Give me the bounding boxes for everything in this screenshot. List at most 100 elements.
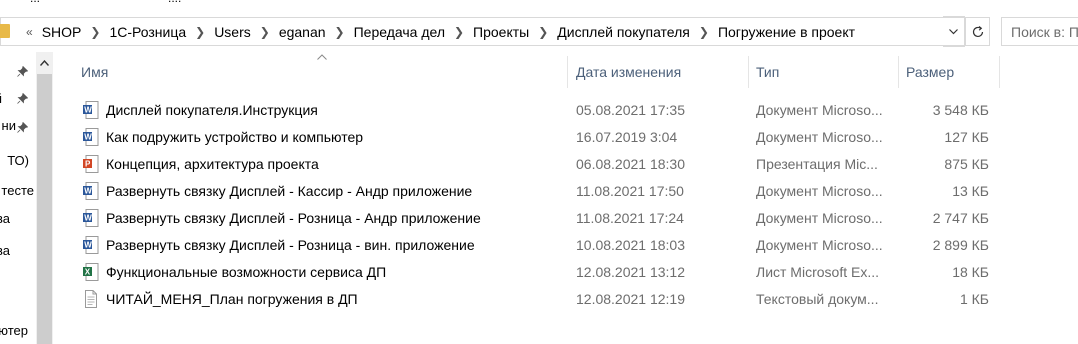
overflow-chevron-icon[interactable]: « bbox=[23, 25, 36, 39]
file-date: 10.08.2021 18:03 bbox=[576, 236, 685, 253]
pin-icon[interactable] bbox=[16, 65, 28, 77]
breadcrumb-item[interactable]: eganan bbox=[273, 24, 332, 40]
file-name: Концепция, архитектура проекта bbox=[106, 155, 319, 172]
nav-item[interactable]: ТО) bbox=[0, 147, 34, 173]
file-name: Функциональные возможности сервиса ДП bbox=[106, 263, 387, 280]
file-date: 11.08.2021 17:24 bbox=[576, 209, 684, 226]
file-type: Текстовый докум... bbox=[756, 290, 879, 307]
file-type: Лист Microsoft Ex... bbox=[756, 263, 879, 280]
svg-text:W: W bbox=[84, 213, 92, 222]
svg-text:P: P bbox=[85, 159, 91, 168]
file-size: 127 КБ bbox=[944, 128, 989, 145]
file-date: 16.07.2019 3:04 bbox=[576, 128, 678, 145]
word-doc-icon: W bbox=[83, 127, 99, 146]
text-file-icon bbox=[83, 289, 99, 308]
file-type: Документ Microso... bbox=[756, 209, 883, 226]
word-doc-icon: W bbox=[83, 235, 99, 254]
file-list: W Дисплей покупателя.Инструкция 05.08.202… bbox=[70, 96, 1078, 312]
file-name: Как подружить устройство и компьютер bbox=[106, 128, 364, 145]
svg-text:X: X bbox=[85, 267, 91, 276]
file-row[interactable]: W Дисплей покупателя.Инструкция 05.08.202… bbox=[70, 96, 1078, 123]
svg-text:W: W bbox=[84, 132, 92, 141]
breadcrumb-item[interactable]: Погружение в проект bbox=[712, 24, 861, 40]
file-row[interactable]: W Развернуть связку Дисплей - Розница - А… bbox=[70, 204, 1078, 231]
nav-item[interactable]: ва bbox=[0, 205, 34, 231]
file-name: Развернуть связку Дисплей - Розница - Ан… bbox=[106, 209, 481, 226]
column-header-name[interactable]: Имя bbox=[81, 56, 561, 88]
nav-item-label: ТО) bbox=[7, 152, 29, 168]
address-bar[interactable]: « SHOP ❯ 1С-Розница ❯ Users ❯ eganan ❯ П… bbox=[0, 17, 966, 46]
file-size: 875 КБ bbox=[944, 155, 989, 172]
navigation-scrollbar[interactable] bbox=[36, 52, 53, 344]
column-header-size[interactable]: Размер bbox=[906, 56, 996, 88]
word-doc-icon: W bbox=[83, 100, 99, 119]
nav-item-label: ни bbox=[1, 117, 16, 133]
breadcrumb-item[interactable]: Передача дел bbox=[348, 24, 451, 40]
file-date: 12.08.2021 13:12 bbox=[576, 263, 685, 280]
file-date: 06.08.2021 18:30 bbox=[576, 155, 685, 172]
nav-item[interactable]: ва bbox=[0, 237, 34, 263]
file-row[interactable]: W Как подружить устройство и компьютер 16… bbox=[70, 123, 1078, 150]
file-size: 18 КБ bbox=[952, 263, 989, 280]
breadcrumb-item[interactable]: Users bbox=[208, 24, 257, 40]
file-row[interactable]: ЧИТАЙ_МЕНЯ_План погружения в ДП 12.08.20… bbox=[70, 285, 1078, 312]
nav-item[interactable]: ютер bbox=[0, 317, 34, 343]
file-size: 3 548 КБ bbox=[932, 101, 989, 118]
search-input[interactable]: Поиск в: П bbox=[1001, 17, 1078, 46]
file-type: Презентация Mic... bbox=[756, 155, 878, 172]
file-row[interactable]: P Концепция, архитектура проекта 06.08.20… bbox=[70, 150, 1078, 177]
file-date: 12.08.2021 12:19 bbox=[576, 290, 685, 307]
column-divider[interactable] bbox=[748, 56, 749, 88]
excel-icon: X bbox=[83, 262, 99, 281]
top-strip-text-right: .... bbox=[168, 0, 181, 5]
file-row[interactable]: W Развернуть связку Дисплей - Розница - в… bbox=[70, 231, 1078, 258]
file-size: 2 747 КБ bbox=[932, 209, 989, 226]
file-type: Документ Microso... bbox=[756, 236, 883, 253]
word-doc-icon: W bbox=[83, 208, 99, 227]
nav-item-label: й bbox=[0, 91, 2, 106]
svg-text:W: W bbox=[84, 240, 92, 249]
refresh-button[interactable] bbox=[966, 17, 990, 46]
file-name: Развернуть связку Дисплей - Розница - ви… bbox=[106, 236, 475, 253]
file-type: Документ Microso... bbox=[756, 128, 883, 145]
pin-icon[interactable] bbox=[16, 92, 28, 104]
chevron-right-icon[interactable]: ❯ bbox=[451, 25, 467, 39]
chevron-right-icon[interactable]: ❯ bbox=[535, 25, 551, 39]
breadcrumb-item[interactable]: Проекты bbox=[467, 24, 535, 40]
breadcrumb-item[interactable]: Дисплей покупателя bbox=[551, 24, 696, 40]
file-type: Документ Microso... bbox=[756, 101, 883, 118]
nav-item-label: ва bbox=[0, 242, 10, 258]
chevron-right-icon[interactable]: ❯ bbox=[332, 25, 348, 39]
file-size: 2 899 КБ bbox=[932, 236, 989, 253]
file-date: 11.08.2021 17:50 bbox=[576, 182, 684, 199]
column-header-type[interactable]: Тип bbox=[756, 56, 896, 88]
folder-icon bbox=[0, 24, 10, 38]
file-row[interactable]: W Развернуть связку Дисплей - Кассир - Ан… bbox=[70, 177, 1078, 204]
top-strip-text-left: ... bbox=[30, 0, 40, 5]
scrollbar-thumb[interactable] bbox=[37, 74, 52, 344]
file-row[interactable]: X Функциональные возможности сервиса ДП 1… bbox=[70, 258, 1078, 285]
svg-text:W: W bbox=[84, 186, 92, 195]
pin-icon[interactable] bbox=[16, 121, 28, 133]
file-name: ЧИТАЙ_МЕНЯ_План погружения в ДП bbox=[106, 290, 358, 307]
address-dropdown-button[interactable] bbox=[943, 16, 965, 47]
chevron-right-icon[interactable]: ❯ bbox=[696, 25, 712, 39]
word-doc-icon: W bbox=[83, 181, 99, 200]
chevron-right-icon[interactable]: ❯ bbox=[257, 25, 273, 39]
scroll-up-icon[interactable] bbox=[36, 56, 53, 70]
refresh-icon bbox=[972, 25, 983, 37]
file-size: 13 КБ bbox=[952, 182, 989, 199]
file-size: 1 КБ bbox=[959, 290, 989, 307]
chevron-right-icon[interactable]: ❯ bbox=[87, 25, 103, 39]
column-divider[interactable] bbox=[567, 56, 568, 88]
chevron-right-icon[interactable]: ❯ bbox=[192, 25, 208, 39]
nav-item[interactable]: тесте bbox=[0, 177, 34, 203]
top-menu-strip: ... .... bbox=[0, 0, 1078, 8]
column-divider[interactable] bbox=[999, 56, 1000, 88]
breadcrumb-item[interactable]: SHOP bbox=[36, 24, 88, 40]
column-divider[interactable] bbox=[898, 56, 899, 88]
file-name: Развернуть связку Дисплей - Кассир - Анд… bbox=[106, 182, 473, 199]
column-header-date[interactable]: Дата изменения bbox=[576, 56, 746, 88]
nav-item-label: ва bbox=[0, 210, 10, 226]
breadcrumb-item[interactable]: 1С-Розница bbox=[103, 24, 192, 40]
